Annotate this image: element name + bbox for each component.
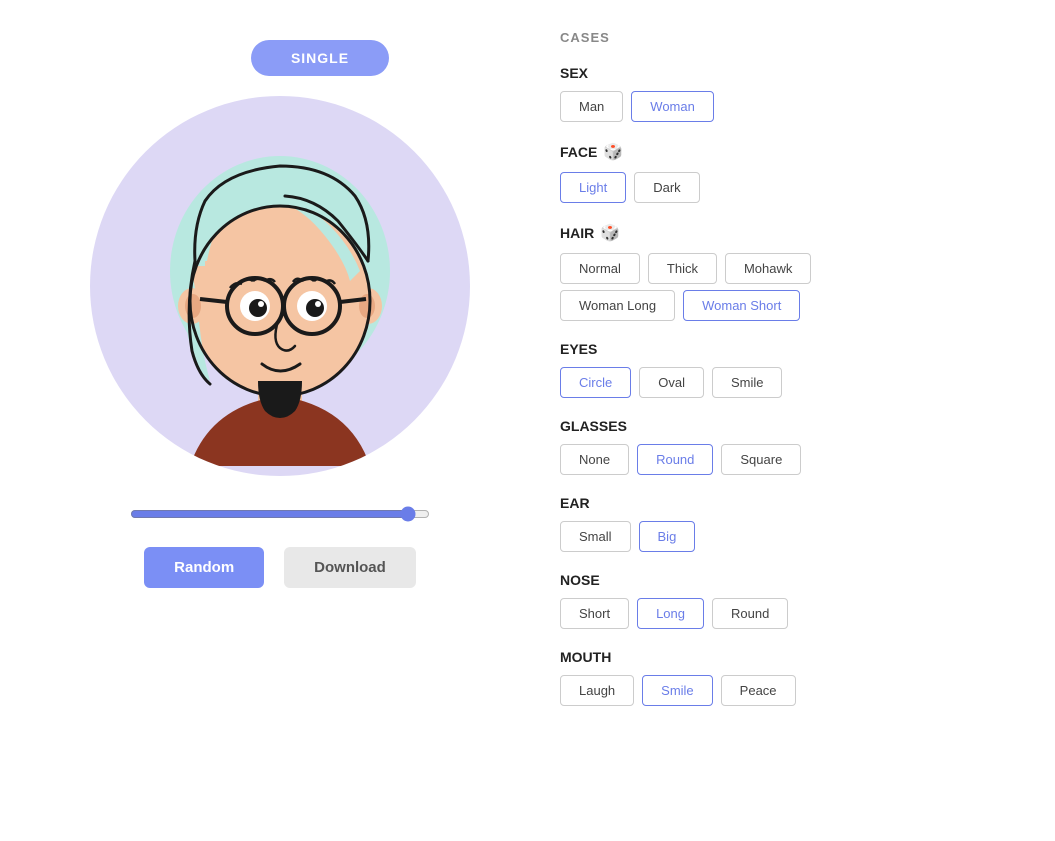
dice-icon-hair[interactable]: 🎲 (600, 223, 620, 243)
section-title-face: FACE🎲 (560, 142, 980, 162)
section-title-glasses: GLASSES (560, 418, 980, 434)
option-hair-thick[interactable]: Thick (648, 253, 717, 284)
options-row-face: Light Dark (560, 172, 980, 203)
option-sex-woman[interactable]: Woman (631, 91, 714, 122)
avatar-svg (110, 106, 450, 466)
option-hair-woman-long[interactable]: Woman Long (560, 290, 675, 321)
option-nose-short[interactable]: Short (560, 598, 629, 629)
option-mouth-peace[interactable]: Peace (721, 675, 796, 706)
options-row-glasses: None Round Square (560, 444, 980, 475)
option-glasses-none[interactable]: None (560, 444, 629, 475)
option-ear-small[interactable]: Small (560, 521, 631, 552)
dice-icon-face[interactable]: 🎲 (603, 142, 623, 162)
section-nose: NOSE Short Long Round (560, 572, 980, 629)
option-sex-man[interactable]: Man (560, 91, 623, 122)
section-glasses: GLASSES None Round Square (560, 418, 980, 475)
section-title-mouth: MOUTH (560, 649, 980, 665)
options-row1-hair: Normal Thick Mohawk (560, 253, 980, 284)
section-eyes: EYES Circle Oval Smile (560, 341, 980, 398)
option-ear-big[interactable]: Big (639, 521, 696, 552)
random-button[interactable]: Random (144, 547, 264, 588)
section-hair: HAIR🎲 Normal Thick Mohawk Woman Long Woman Sh… (560, 223, 980, 321)
section-title-eyes: EYES (560, 341, 980, 357)
option-hair-woman-short[interactable]: Woman Short (683, 290, 800, 321)
sections-container: SEX Man Woman FACE🎲 Light Dark HAIR🎲 Normal Thic… (560, 65, 980, 706)
single-button[interactable]: SINGLE (251, 40, 389, 76)
avatar-preview (90, 96, 470, 476)
main-container: SINGLE (0, 0, 1055, 746)
section-title-nose: NOSE (560, 572, 980, 588)
option-hair-mohawk[interactable]: Mohawk (725, 253, 811, 284)
action-buttons: Random Download (144, 547, 416, 588)
option-face-dark[interactable]: Dark (634, 172, 699, 203)
option-nose-round[interactable]: Round (712, 598, 788, 629)
option-eyes-oval[interactable]: Oval (639, 367, 704, 398)
section-ear: EAR Small Big (560, 495, 980, 552)
option-eyes-circle[interactable]: Circle (560, 367, 631, 398)
options-row-mouth: Laugh Smile Peace (560, 675, 980, 706)
size-slider[interactable] (130, 506, 430, 522)
cases-title: CASES (560, 30, 980, 45)
section-title-sex: SEX (560, 65, 980, 81)
right-panel: CASES SEX Man Woman FACE🎲 Light Dark HAIR🎲 Norm… (560, 20, 980, 726)
options-row-ear: Small Big (560, 521, 980, 552)
left-panel: SINGLE (40, 20, 520, 726)
option-glasses-round[interactable]: Round (637, 444, 713, 475)
section-title-hair: HAIR🎲 (560, 223, 980, 243)
options-row-nose: Short Long Round (560, 598, 980, 629)
download-button[interactable]: Download (284, 547, 416, 588)
option-face-light[interactable]: Light (560, 172, 626, 203)
top-bar: SINGLE (40, 40, 520, 76)
size-slider-container (130, 506, 430, 527)
options-row-eyes: Circle Oval Smile (560, 367, 980, 398)
option-hair-normal[interactable]: Normal (560, 253, 640, 284)
section-title-ear: EAR (560, 495, 980, 511)
option-glasses-square[interactable]: Square (721, 444, 801, 475)
option-mouth-smile[interactable]: Smile (642, 675, 713, 706)
options-row2-hair: Woman Long Woman Short (560, 290, 980, 321)
option-nose-long[interactable]: Long (637, 598, 704, 629)
section-mouth: MOUTH Laugh Smile Peace (560, 649, 980, 706)
option-mouth-laugh[interactable]: Laugh (560, 675, 634, 706)
section-face: FACE🎲 Light Dark (560, 142, 980, 203)
options-row-sex: Man Woman (560, 91, 980, 122)
option-eyes-smile[interactable]: Smile (712, 367, 783, 398)
section-sex: SEX Man Woman (560, 65, 980, 122)
